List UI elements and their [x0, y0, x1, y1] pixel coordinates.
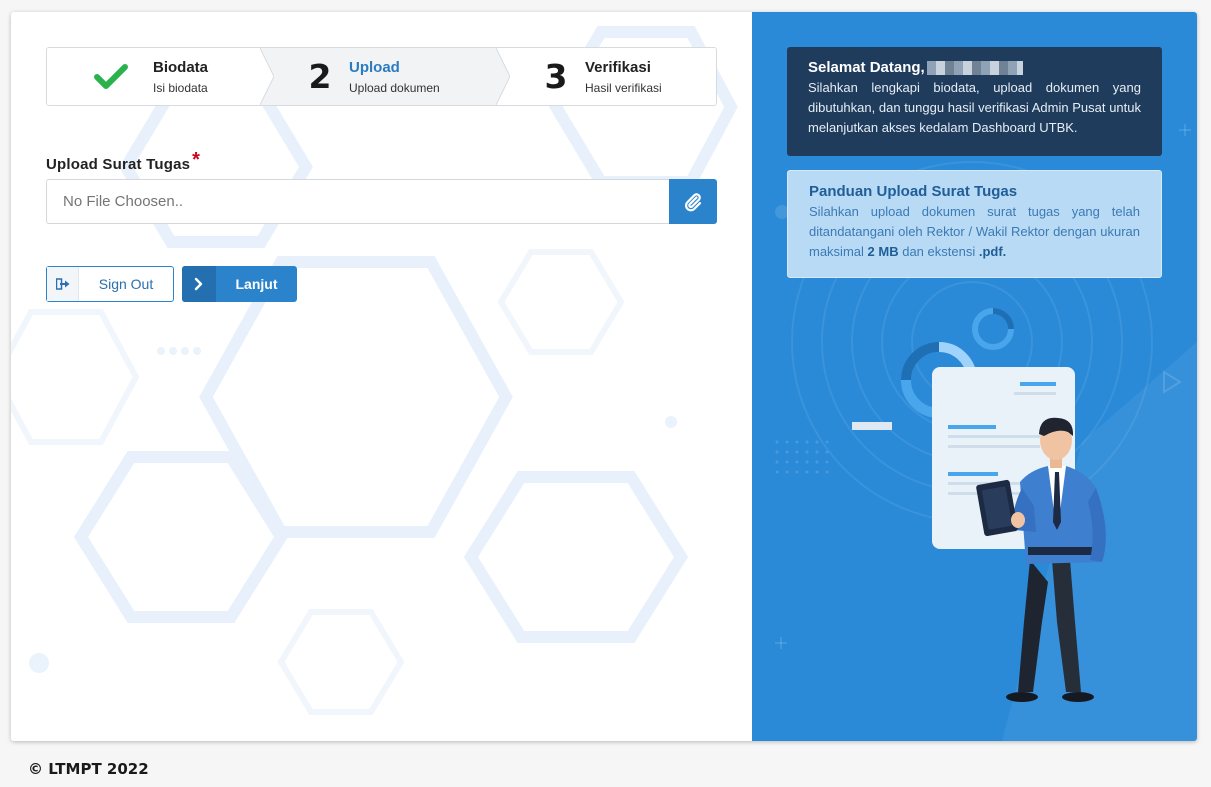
step-biodata: Biodata Isi biodata — [47, 48, 274, 105]
file-input[interactable] — [46, 179, 669, 224]
upload-label: Upload Surat Tugas * — [46, 149, 201, 175]
welcome-title: Selamat Datang, — [808, 59, 925, 76]
file-extension: .pdf. — [978, 244, 1007, 259]
sign-out-label: Sign Out — [98, 276, 154, 292]
chevron-right-icon — [182, 266, 216, 302]
progress-stepper: Biodata Isi biodata 2 Upload Upload doku… — [46, 47, 717, 106]
step-number: 2 — [308, 57, 332, 96]
redacted-username — [926, 60, 1023, 75]
info-panel: Selamat Datang, Silahkan lengkapi biodat… — [752, 12, 1197, 741]
max-size: 2 MB — [867, 244, 899, 259]
welcome-box: Selamat Datang, Silahkan lengkapi biodat… — [787, 47, 1162, 156]
step-title: Upload — [349, 58, 400, 76]
guide-text: Silahkan upload dokumen surat tugas yang… — [809, 202, 1140, 262]
welcome-text: Silahkan lengkapi biodata, upload dokume… — [808, 80, 1141, 135]
upload-label-text: Upload Surat Tugas — [46, 156, 191, 173]
step-title: Biodata — [153, 58, 209, 76]
checkmark-icon — [91, 63, 131, 90]
step-verifikasi: 3 Verifikasi Hasil verifikasi — [496, 48, 716, 105]
step-subtitle: Hasil verifikasi — [585, 80, 662, 95]
businessman-illustration — [852, 308, 1106, 702]
step-divider-arrow — [260, 48, 274, 105]
sign-out-button[interactable]: Sign Out — [46, 266, 174, 302]
sign-out-icon — [47, 267, 79, 301]
attach-file-button[interactable] — [669, 179, 717, 224]
next-button[interactable]: Lanjut — [182, 266, 297, 302]
required-mark: * — [192, 149, 201, 171]
form-panel: Biodata Isi biodata 2 Upload Upload doku… — [11, 12, 752, 741]
step-title: Verifikasi — [585, 58, 651, 76]
hexagon-background — [11, 26, 738, 715]
footer-copyright: © LTMPT 2022 — [28, 760, 149, 778]
step-upload: 2 Upload Upload dokumen — [260, 48, 510, 105]
upload-guide-box: Panduan Upload Surat Tugas Silahkan uplo… — [787, 170, 1162, 278]
next-label: Lanjut — [235, 276, 278, 292]
paperclip-icon — [685, 192, 702, 211]
guide-title: Panduan Upload Surat Tugas — [809, 183, 1018, 200]
step-divider-arrow — [496, 48, 510, 105]
step-number: 3 — [544, 57, 568, 96]
step-subtitle: Upload dokumen — [349, 80, 440, 95]
step-subtitle: Isi biodata — [153, 80, 208, 95]
main-card: Biodata Isi biodata 2 Upload Upload doku… — [11, 12, 1197, 741]
guide-text-part: Silahkan upload dokumen surat tugas yang… — [809, 204, 1140, 259]
guide-text-part: dan ekstensi — [902, 244, 976, 259]
